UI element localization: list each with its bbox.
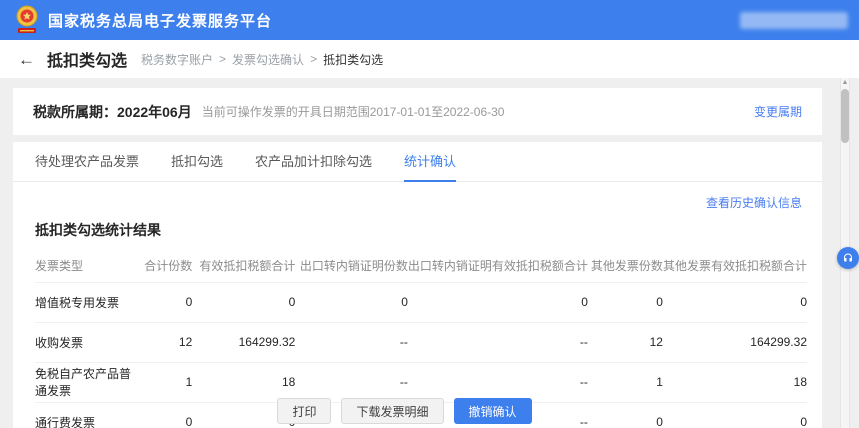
app-header: 国家税务总局电子发票服务平台 <box>0 0 859 40</box>
cell-value: 0 <box>192 282 295 322</box>
help-float-button[interactable] <box>837 247 859 269</box>
breadcrumb-separator: > <box>310 52 317 66</box>
footer-actions: 打印 下载发票明细 撤销确认 <box>0 398 809 424</box>
cell-count-link[interactable]: 12 <box>132 322 193 362</box>
cell-value: -- <box>295 362 408 402</box>
cell-invoice-type: 增值税专用发票 <box>35 282 132 322</box>
tax-period-card: 税款所属期： 2022年06月 当前可操作发票的开具日期范围2017-01-01… <box>13 88 822 135</box>
page-title: 抵扣类勾选 <box>47 47 127 71</box>
breadcrumb-item-invoice-check[interactable]: 发票勾选确认 <box>232 51 304 68</box>
main-card: 待处理农产品发票 抵扣勾选 农产品加计扣除勾选 统计确认 查看历史确认信息 抵扣… <box>13 142 822 428</box>
tax-emblem-logo <box>14 5 40 35</box>
table-header-row: 发票类型 合计份数 有效抵扣税额合计 出口转内销证明份数 出口转内销证明有效抵扣… <box>35 250 807 282</box>
revoke-confirm-button[interactable]: 撤销确认 <box>454 398 532 424</box>
table-row: 增值税专用发票 0 0 0 0 0 0 <box>35 282 807 322</box>
page: 国家税务总局电子发票服务平台 ← 抵扣类勾选 税务数字账户 > 发票勾选确认 >… <box>0 0 859 428</box>
cell-invoice-type: 免税自产农产品普通发票 <box>35 362 132 402</box>
cell-value: 18 <box>192 362 295 402</box>
back-arrow-icon[interactable]: ← <box>18 51 35 68</box>
cell-value: 164299.32 <box>663 322 807 362</box>
col-export-cert-count: 出口转内销证明份数 <box>295 250 408 282</box>
section-title: 抵扣类勾选统计结果 <box>13 212 822 240</box>
history-link-row: 查看历史确认信息 <box>13 182 822 212</box>
period-value: 2022年06月 <box>117 102 192 122</box>
cell-count-link[interactable]: 1 <box>588 362 663 402</box>
cell-value: 18 <box>663 362 807 402</box>
masked-username[interactable] <box>740 12 848 29</box>
tab-pending-agri-invoices[interactable]: 待处理农产品发票 <box>35 142 139 182</box>
print-button[interactable]: 打印 <box>277 398 331 424</box>
cell-invoice-type: 收购发票 <box>35 322 132 362</box>
tab-bar: 待处理农产品发票 抵扣勾选 农产品加计扣除勾选 统计确认 <box>13 142 822 182</box>
download-invoice-detail-button[interactable]: 下载发票明细 <box>341 398 443 424</box>
cell-value: -- <box>408 322 588 362</box>
tab-agri-extra-deduction-check[interactable]: 农产品加计扣除勾选 <box>255 142 372 182</box>
change-period-link[interactable]: 变更属期 <box>754 103 802 120</box>
cell-count-link[interactable]: 1 <box>132 362 193 402</box>
period-note: 当前可操作发票的开具日期范围2017-01-01至2022-06-30 <box>202 103 505 120</box>
app-title: 国家税务总局电子发票服务平台 <box>48 10 272 31</box>
breadcrumb: 税务数字账户 > 发票勾选确认 > 抵扣类勾选 <box>141 51 383 68</box>
tab-deduction-check[interactable]: 抵扣勾选 <box>171 142 223 182</box>
cell-value: 0 <box>408 282 588 322</box>
cell-value: -- <box>295 322 408 362</box>
col-valid-deduction-tax-total: 有效抵扣税额合计 <box>192 250 295 282</box>
breadcrumb-item-current: 抵扣类勾选 <box>323 51 383 68</box>
cell-value: 164299.32 <box>192 322 295 362</box>
breadcrumb-separator: > <box>219 52 226 66</box>
table-row: 免税自产农产品普通发票 1 18 -- -- 1 18 <box>35 362 807 402</box>
tab-statistics-confirm[interactable]: 统计确认 <box>404 142 456 182</box>
cell-value: -- <box>408 362 588 402</box>
col-total-count: 合计份数 <box>132 250 193 282</box>
table-row: 收购发票 12 164299.32 -- -- 12 164299.32 <box>35 322 807 362</box>
col-invoice-type: 发票类型 <box>35 250 132 282</box>
period-label: 税款所属期： <box>33 102 117 122</box>
scrollbar-up-arrow-icon[interactable]: ▲ <box>841 79 849 87</box>
headset-icon <box>842 252 854 264</box>
cell-count-link[interactable]: 12 <box>588 322 663 362</box>
col-other-invoice-count: 其他发票份数 <box>588 250 663 282</box>
cell-count-link[interactable]: 0 <box>295 282 408 322</box>
view-history-confirm-link[interactable]: 查看历史确认信息 <box>706 196 802 210</box>
col-export-cert-valid-tax-total: 出口转内销证明有效抵扣税额合计 <box>408 250 588 282</box>
cell-count-link[interactable]: 0 <box>588 282 663 322</box>
col-other-invoice-valid-tax-total: 其他发票有效抵扣税额合计 <box>663 250 807 282</box>
cell-count-link[interactable]: 0 <box>132 282 193 322</box>
nav-bar: ← 抵扣类勾选 税务数字账户 > 发票勾选确认 > 抵扣类勾选 <box>0 40 859 78</box>
breadcrumb-item-tax-account[interactable]: 税务数字账户 <box>141 51 213 68</box>
cell-value: 0 <box>663 282 807 322</box>
scrollbar-thumb[interactable] <box>841 89 849 143</box>
